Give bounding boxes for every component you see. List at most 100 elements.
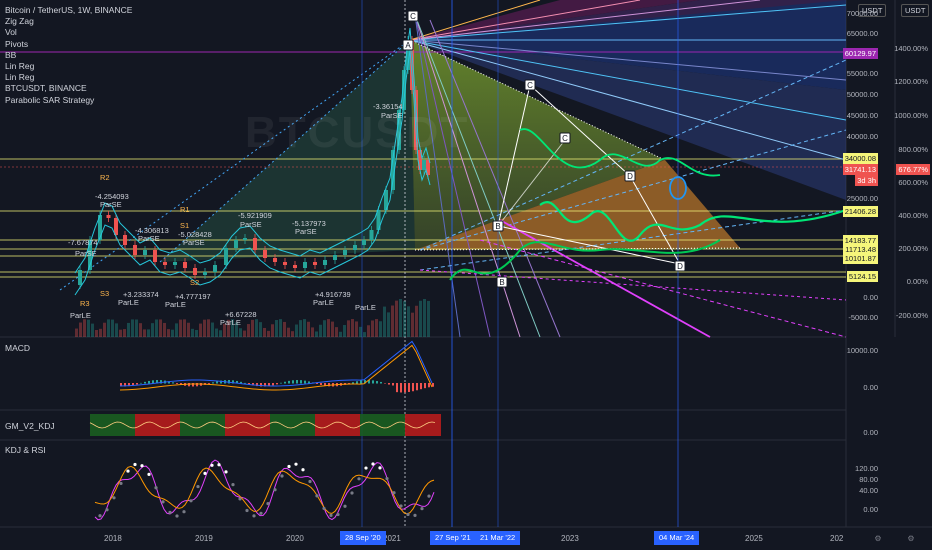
macd-hist	[372, 380, 374, 384]
volume-bar	[215, 328, 218, 337]
volume-bar	[259, 322, 262, 337]
price-tag[interactable]: 10101.87	[842, 253, 878, 264]
rsi-dot	[154, 486, 158, 490]
macd-hist	[148, 380, 150, 384]
chart-root[interactable]: ABCDBCDC -4.254093 ParSE -7.67874 ParSE -4.3…	[0, 0, 932, 550]
candle-body	[343, 250, 347, 255]
volume-bar	[419, 300, 422, 337]
legend-item[interactable]: Lin Reg	[5, 72, 132, 83]
chart-canvas[interactable]: ABCDBCDC -4.254093ParSE-7.67874ParSE-4.3…	[0, 0, 932, 550]
legend-item[interactable]: Lin Reg	[5, 61, 132, 72]
rsi-dot	[364, 466, 368, 470]
rsi-dot	[168, 510, 172, 514]
kdj-block	[180, 414, 189, 436]
rsi-dot	[112, 496, 116, 500]
price-tag[interactable]: 21406.28	[842, 206, 878, 217]
settings-icon[interactable]: ⚙	[905, 533, 917, 545]
volume-bar	[339, 331, 342, 337]
date-tag[interactable]: 21 Mar '22	[475, 531, 521, 545]
legend-item[interactable]: BB	[5, 50, 132, 61]
pct-tick: 200.00%	[898, 244, 928, 253]
candle-body	[293, 265, 297, 268]
date-tag[interactable]: 04 Mar '24	[654, 531, 700, 545]
price-tick: 50000.00	[846, 90, 878, 99]
macd-hist	[360, 380, 362, 384]
volume-bar	[103, 322, 106, 337]
legend-item[interactable]: Vol	[5, 27, 132, 38]
price-tag[interactable]: 34000.08	[842, 153, 878, 164]
volume-bar	[355, 321, 358, 337]
candle-body	[263, 250, 267, 258]
rsi-dot	[105, 508, 109, 512]
pct-tick: 800.00%	[898, 145, 928, 154]
legend-item[interactable]: Pivots	[5, 39, 132, 50]
annotation-label: ParLE	[70, 311, 91, 320]
kdj-block	[378, 414, 387, 436]
macd-plot[interactable]	[119, 340, 434, 393]
rsi-dot	[413, 513, 417, 518]
kdj-block	[315, 414, 324, 436]
legend-item[interactable]: Zig Zag	[5, 16, 132, 27]
volume-bar	[399, 299, 402, 337]
rsi-dot	[301, 468, 305, 472]
kdj-block	[261, 414, 270, 436]
annotation-label: ParLE	[220, 318, 241, 327]
kdj-block	[405, 414, 414, 436]
rsi-tick: 40.00	[859, 486, 878, 495]
rsi-dot	[399, 504, 403, 508]
rsi-dot	[238, 497, 242, 501]
kdj-block	[207, 414, 216, 436]
price-tag[interactable]: 5124.15	[846, 271, 878, 282]
annotation-label: S2	[190, 278, 199, 287]
rsi-line	[94, 459, 435, 521]
legend-item[interactable]: BTCUSDT, BINANCE	[5, 83, 132, 94]
volume-bar	[135, 319, 138, 337]
globe-icon[interactable]: ⚙	[872, 533, 884, 545]
kdj-plot[interactable]	[89, 414, 441, 436]
rsi-dot	[210, 463, 214, 467]
symbol-title[interactable]: Bitcoin / TetherUS, 1W, BINANCE	[5, 5, 132, 16]
pct-tick: 0.00%	[906, 277, 928, 286]
rsi-label[interactable]: KDJ & RSI	[5, 445, 46, 455]
countdown-tag: 3d 3h	[855, 175, 878, 186]
rsi-dot	[392, 491, 396, 495]
kdj-block	[414, 414, 423, 436]
annotation-label: ParSE	[138, 234, 160, 243]
macd-hist	[388, 383, 390, 385]
volume-bar	[379, 321, 382, 337]
rsi-dot	[245, 508, 249, 513]
date-tag[interactable]: 27 Sep '21	[430, 531, 476, 545]
price-tag[interactable]: 60129.97	[842, 48, 878, 59]
kdj-block	[117, 414, 126, 436]
volume-bar	[331, 321, 334, 337]
annotation-label: ParLE	[355, 303, 376, 312]
volume-bar	[395, 300, 398, 337]
candle-body	[183, 262, 187, 268]
percent-tag[interactable]: 676.77%	[896, 164, 930, 175]
rsi-dot	[420, 507, 424, 511]
macd-hist	[304, 380, 306, 384]
volume-bar	[91, 323, 94, 337]
volume-bar	[183, 319, 186, 337]
annotation-label: R3	[80, 299, 90, 308]
rsi-dot	[98, 514, 102, 518]
candle-body	[313, 262, 317, 265]
date-tag[interactable]: 28 Sep '20	[340, 531, 386, 545]
macd-hist	[144, 381, 146, 384]
rsi-dot	[217, 463, 221, 467]
kdj-label[interactable]: GM_V2_KDJ	[5, 421, 55, 431]
legend-item[interactable]: Parabolic SAR Strategy	[5, 95, 132, 106]
price-tag[interactable]: 31741.13	[842, 164, 878, 175]
macd-hist	[376, 381, 378, 384]
currency-button[interactable]: USDT	[901, 4, 930, 17]
kdj-tick: 0.00	[863, 428, 878, 437]
macd-label[interactable]: MACD	[5, 343, 30, 353]
volume-bar	[359, 326, 362, 337]
kdj-block	[324, 414, 333, 436]
watermark: BTCUSDT	[245, 108, 470, 157]
time-tick: 2019	[195, 534, 213, 543]
candle-body	[78, 270, 82, 285]
volume-bar	[427, 300, 430, 337]
rsi-dot	[224, 470, 228, 474]
rsi-plot[interactable]	[94, 459, 435, 521]
